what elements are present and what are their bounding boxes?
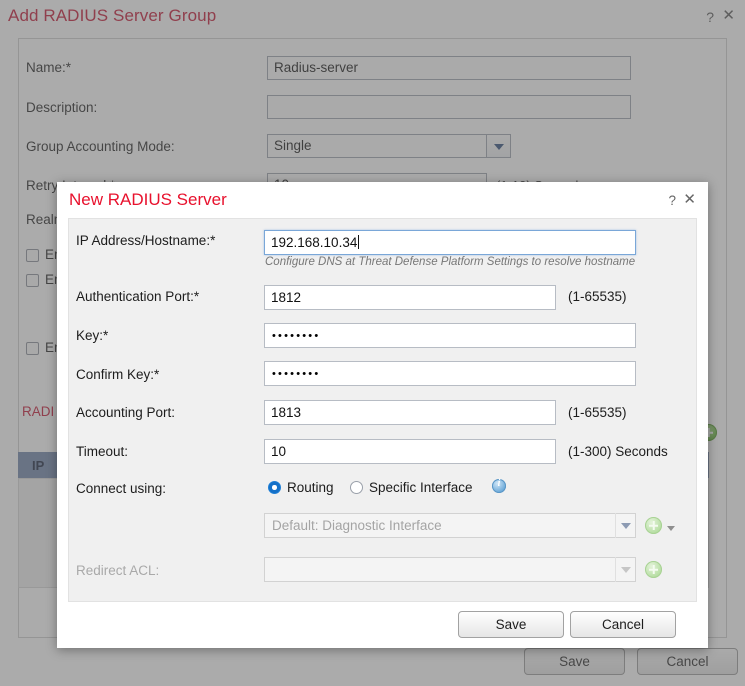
timeout-label: Timeout:	[76, 444, 129, 459]
accounting-port-label: Accounting Port:	[76, 405, 176, 420]
key-label: Key:*	[76, 328, 109, 343]
authentication-port-input[interactable]: 1812	[264, 285, 556, 310]
radio-routing-label[interactable]: Routing	[287, 480, 334, 495]
key-input[interactable]: ••••••••	[264, 323, 636, 348]
inner-close-icon[interactable]: ✕	[683, 192, 696, 207]
accounting-port-range: (1-65535)	[568, 405, 627, 420]
add-interface-icon	[645, 517, 662, 534]
info-icon[interactable]	[492, 478, 506, 493]
inner-help-icon[interactable]: ?	[668, 193, 676, 208]
connect-using-label: Connect using:	[76, 481, 167, 496]
inner-dialog-titlebar: New RADIUS Server ? ✕	[57, 182, 708, 218]
text-caret	[358, 235, 360, 249]
radio-specific-interface-label[interactable]: Specific Interface	[369, 480, 473, 495]
authentication-port-range: (1-65535)	[568, 289, 627, 304]
inner-save-button[interactable]: Save	[458, 611, 564, 638]
interface-select: Default: Diagnostic Interface	[264, 513, 636, 538]
accounting-port-input[interactable]: 1813	[264, 400, 556, 425]
confirm-key-input[interactable]: ••••••••	[264, 361, 636, 386]
confirm-key-label: Confirm Key:*	[76, 367, 160, 382]
interface-select-chevron-down-icon	[615, 513, 636, 538]
add-interface-chevron-down-icon	[667, 526, 675, 531]
redirect-acl-label: Redirect ACL:	[76, 563, 160, 578]
ip-address-value: 192.168.10.34	[271, 235, 358, 250]
radio-specific-interface[interactable]	[350, 481, 363, 494]
ip-address-label: IP Address/Hostname:*	[76, 233, 216, 248]
add-redirect-acl-icon	[645, 561, 662, 578]
authentication-port-label: Authentication Port:*	[76, 289, 200, 304]
inner-cancel-button[interactable]: Cancel	[570, 611, 676, 638]
inner-dialog-title: New RADIUS Server	[69, 190, 227, 209]
timeout-range: (1-300) Seconds	[568, 444, 668, 459]
timeout-input[interactable]: 10	[264, 439, 556, 464]
redirect-acl-chevron-down-icon	[615, 557, 636, 582]
radio-routing[interactable]	[268, 481, 281, 494]
ip-address-input[interactable]: 192.168.10.34	[264, 230, 636, 255]
redirect-acl-select	[264, 557, 636, 582]
ip-address-hint: Configure DNS at Threat Defense Platform…	[265, 256, 636, 268]
